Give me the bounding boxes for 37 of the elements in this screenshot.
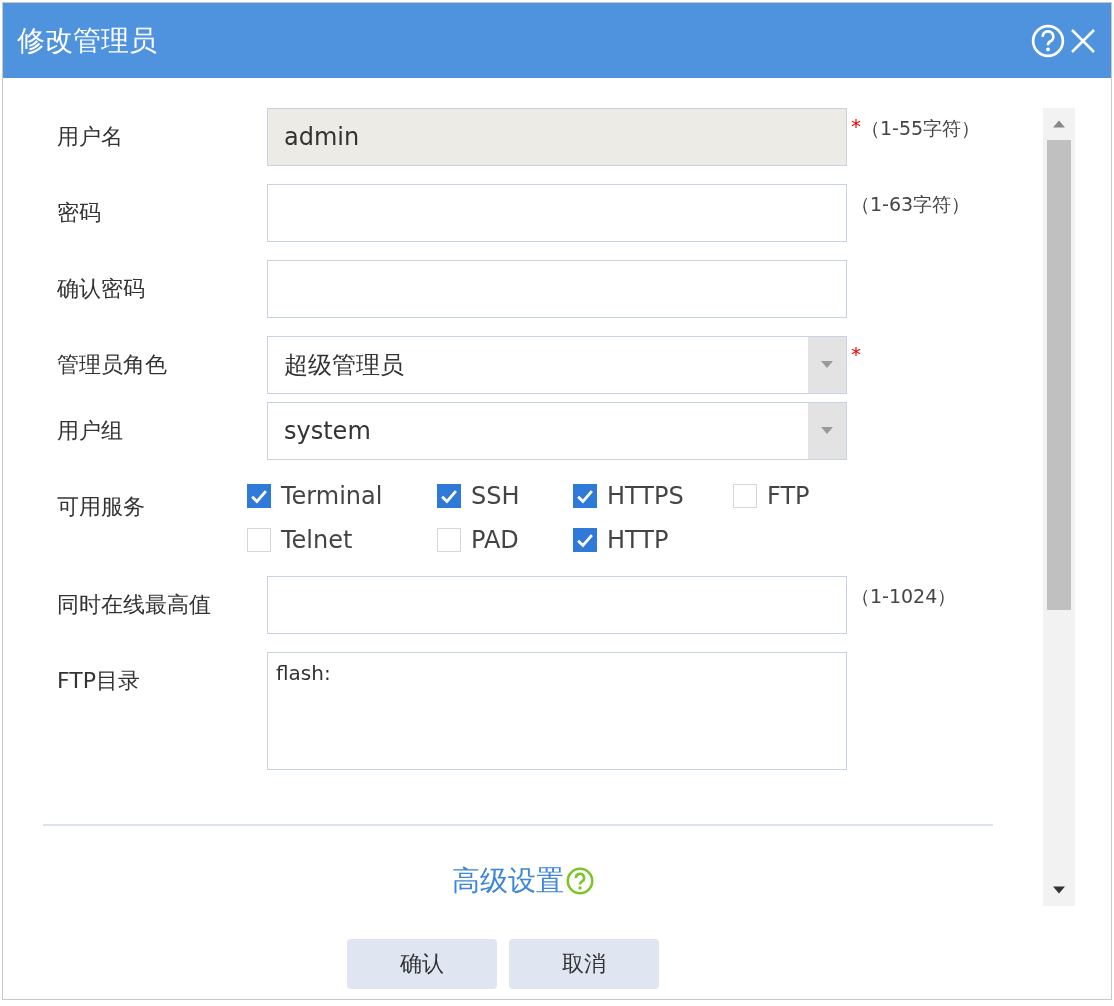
help-icon[interactable]	[566, 867, 594, 895]
field-label: 用户名	[57, 123, 124, 151]
close-icon[interactable]	[1069, 26, 1097, 55]
text-field[interactable]	[267, 260, 847, 318]
service-checkbox[interactable]: HTTPS	[573, 478, 733, 514]
dropdown-field[interactable]: system	[267, 402, 847, 460]
text-field[interactable]	[267, 184, 847, 242]
scrollbar[interactable]	[1043, 108, 1075, 906]
scroll-up-icon[interactable]	[1053, 120, 1065, 128]
field-label: FTP目录	[57, 667, 141, 695]
dropdown-field[interactable]: 超级管理员	[267, 336, 847, 394]
service-checkbox[interactable]: Terminal	[247, 478, 437, 514]
length-hint: （1-55字符）	[861, 116, 981, 141]
dialog-title: 修改管理员	[17, 22, 158, 59]
field-label: 密码	[57, 199, 102, 227]
service-checkbox[interactable]: SSH	[437, 478, 573, 514]
service-checkbox[interactable]: Telnet	[247, 522, 437, 558]
dialog-button[interactable]: 确认	[347, 939, 497, 989]
field-label: 用户组	[57, 417, 124, 445]
caret-icon	[821, 361, 833, 369]
field-label: 可用服务	[57, 493, 146, 521]
text-field[interactable]	[267, 576, 847, 634]
service-checkbox[interactable]: HTTP	[573, 522, 733, 558]
dialog-button[interactable]: 取消	[509, 939, 659, 989]
length-hint: （1-1024）	[851, 584, 957, 609]
field-label: 同时在线最高值	[57, 591, 212, 619]
caret-icon	[821, 427, 833, 435]
service-checkbox[interactable]: PAD	[437, 522, 573, 558]
field-label: 确认密码	[57, 275, 146, 303]
field-label: 管理员角色	[57, 351, 168, 379]
service-checkbox[interactable]: FTP	[733, 478, 823, 514]
text-area[interactable]: flash:	[267, 652, 847, 770]
scroll-down-icon[interactable]	[1053, 886, 1065, 894]
advanced-settings-link[interactable]: 高级设置	[452, 862, 564, 900]
required-mark: *	[851, 344, 861, 364]
required-mark: *	[851, 116, 861, 136]
length-hint: （1-63字符）	[851, 192, 971, 217]
